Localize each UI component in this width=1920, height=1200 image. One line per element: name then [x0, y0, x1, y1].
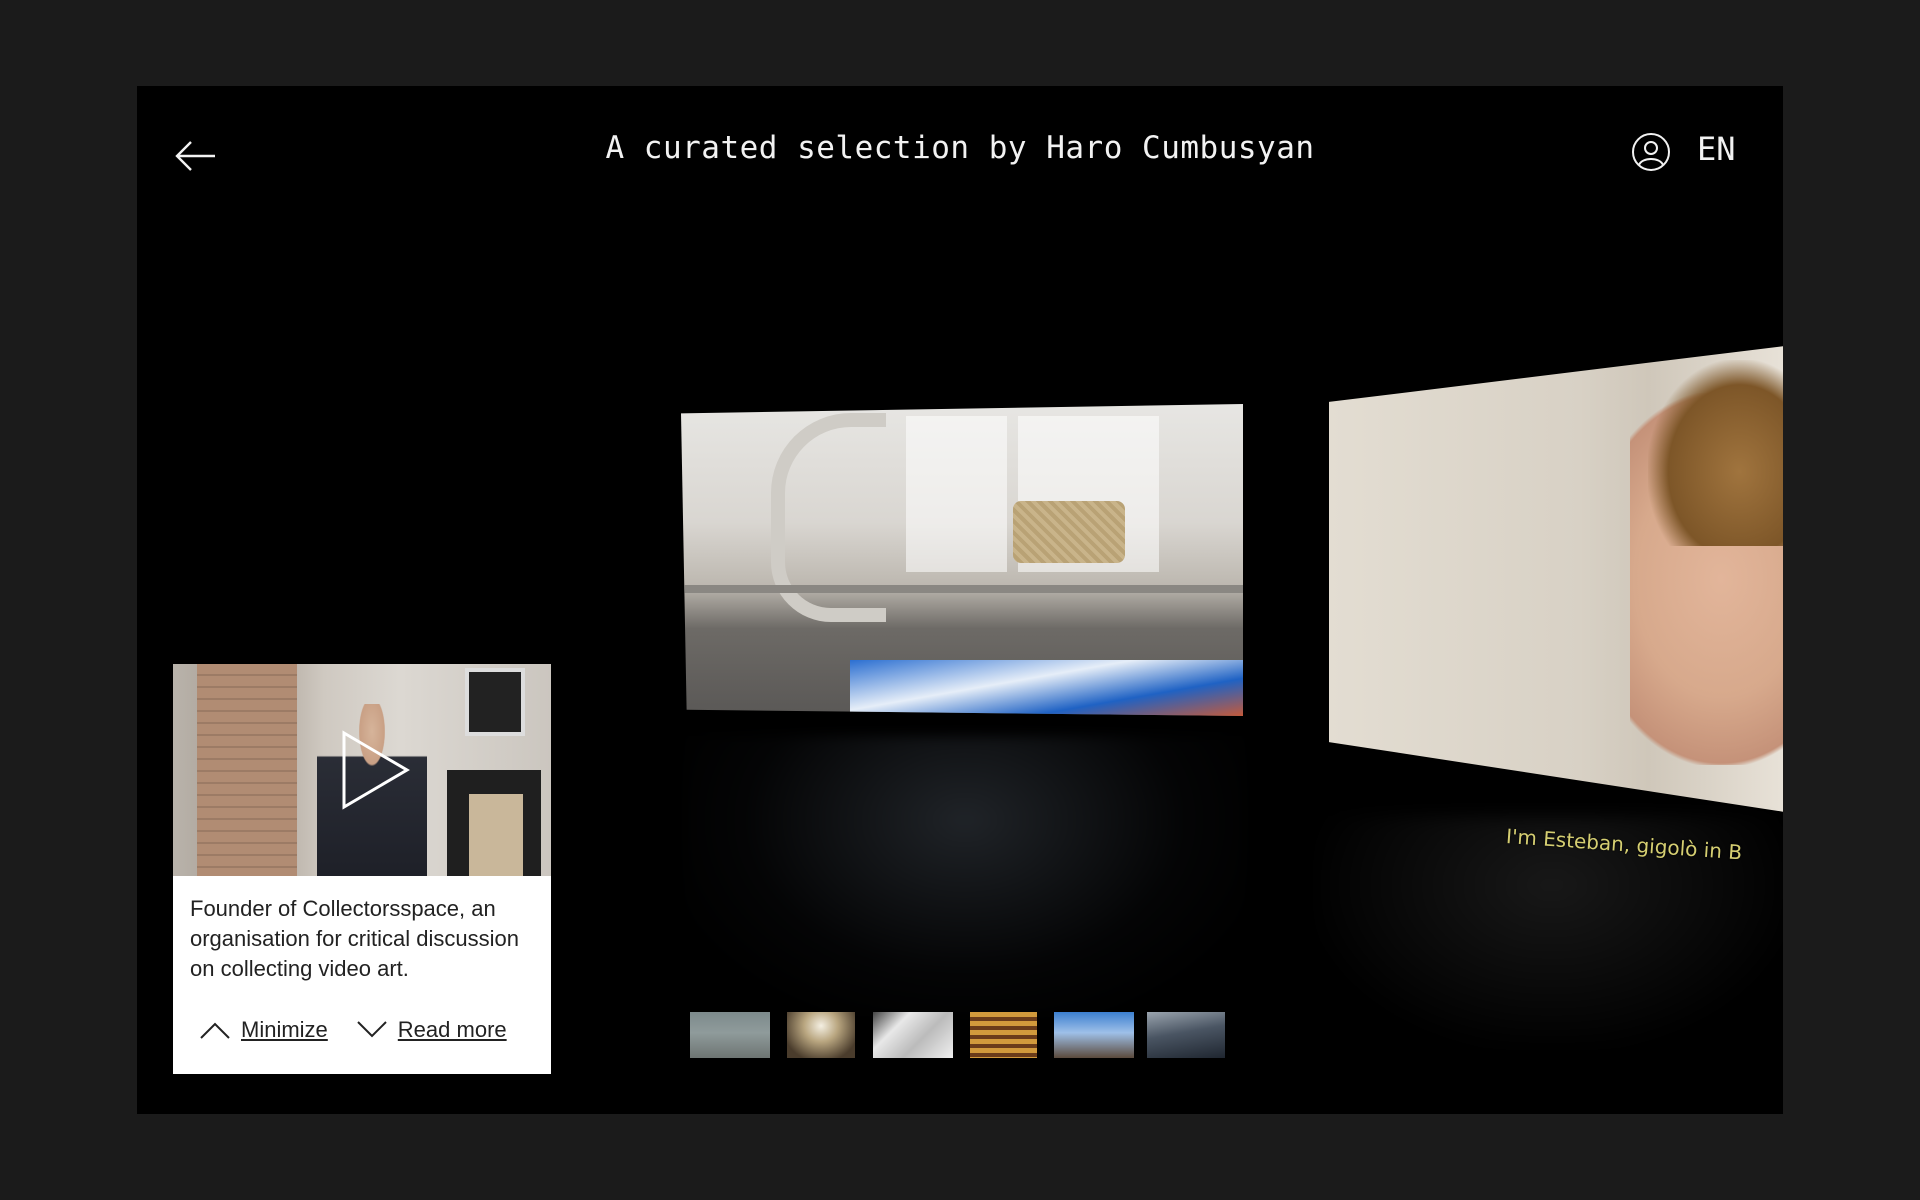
thumbnail-corridor[interactable]: [787, 1012, 855, 1058]
play-icon[interactable]: [341, 730, 411, 810]
user-account-button[interactable]: [1631, 132, 1671, 172]
framed-picture-decor: [465, 668, 525, 736]
card-actions: Minimize Read more: [199, 1017, 535, 1043]
curator-video[interactable]: [173, 664, 551, 876]
wicker-chair-decor: [1012, 500, 1125, 564]
window-decor: [905, 416, 1007, 573]
video-panel-right[interactable]: [1329, 346, 1783, 812]
thumbnail-water[interactable]: [1147, 1012, 1225, 1058]
language-selector[interactable]: EN: [1697, 130, 1736, 168]
chevron-up-icon: [200, 1022, 230, 1039]
viewer-stage: A curated selection by Haro Cumbusyan EN…: [137, 86, 1783, 1114]
hair-decor: [1648, 359, 1783, 547]
page-title: A curated selection by Haro Cumbusyan: [605, 130, 1315, 166]
video-reflection: [685, 736, 1245, 1016]
thumbnail-architecture-model[interactable]: [873, 1012, 953, 1058]
read-more-button[interactable]: Read more: [356, 1017, 507, 1043]
curator-description: Founder of Collectorsspace, an organisat…: [190, 896, 519, 981]
deck-decor: [681, 584, 1243, 593]
minimize-button[interactable]: Minimize: [199, 1017, 328, 1043]
curator-card: Founder of Collectorsspace, an organisat…: [173, 664, 551, 1074]
thumbnail-runner[interactable]: [690, 1012, 770, 1058]
thumbnail-street-sky[interactable]: [1054, 1012, 1134, 1058]
thumbnail-opera-house[interactable]: [970, 1012, 1037, 1058]
brick-wall-decor: [197, 664, 297, 876]
user-circle-icon: [1632, 133, 1670, 171]
tarp-decor: [849, 659, 1243, 716]
fireplace-decor: [469, 794, 523, 876]
chevron-down-icon: [357, 1021, 387, 1038]
video-panel-center[interactable]: [681, 404, 1243, 716]
minimize-label: Minimize: [241, 1017, 328, 1042]
read-more-label: Read more: [397, 1017, 507, 1042]
